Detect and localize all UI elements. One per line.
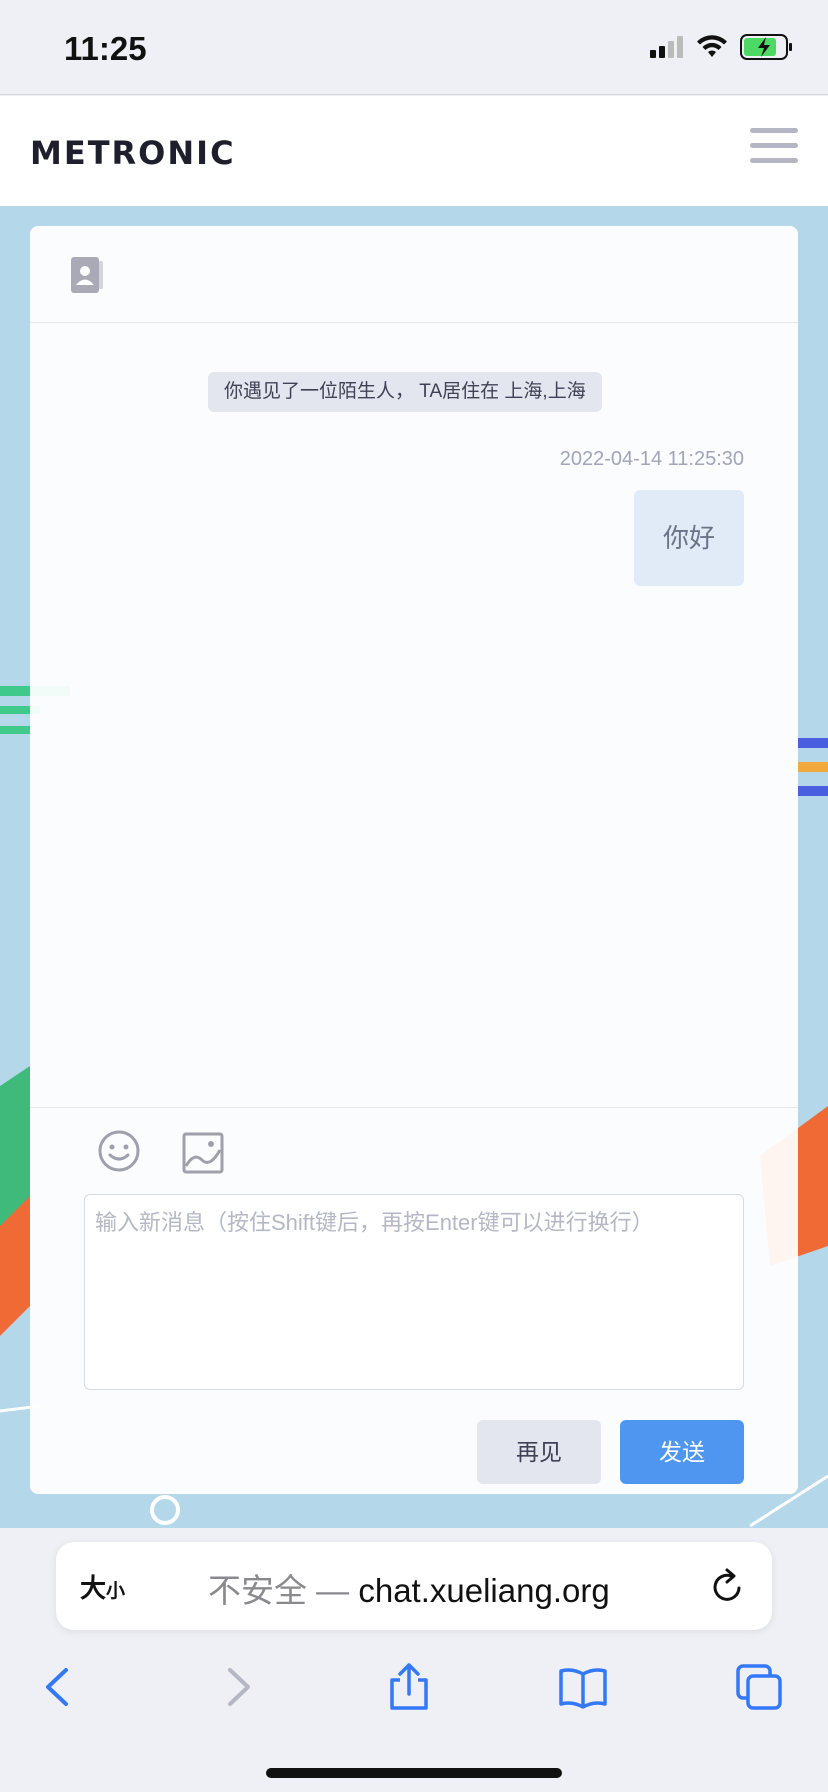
message-timestamp: 2022-04-14 11:25:30: [559, 448, 744, 470]
chat-card: 你遇见了一位陌生人， TA居住在 上海,上海 2022-04-14 11:25:…: [30, 226, 798, 1494]
app-header: METRONIC: [0, 96, 828, 206]
tabs-icon[interactable]: [734, 1662, 784, 1712]
security-label: 不安全 —: [208, 1572, 350, 1609]
bookmarks-icon[interactable]: [558, 1662, 608, 1712]
wifi-icon: [697, 35, 727, 57]
chat-header: [30, 226, 798, 323]
reload-icon[interactable]: [708, 1566, 746, 1606]
send-button[interactable]: 发送: [620, 1420, 744, 1484]
message-input[interactable]: [84, 1194, 744, 1390]
system-notice: 你遇见了一位陌生人， TA居住在 上海,上海: [208, 372, 602, 412]
logo: METRONIC: [30, 134, 236, 172]
cellular-signal-icon: [650, 36, 683, 58]
image-icon[interactable]: [182, 1132, 224, 1174]
browser-nav-bar: [0, 1648, 828, 1724]
url-text[interactable]: 不安全 — chat.xueliang.org: [208, 1564, 610, 1612]
status-icons: [650, 34, 794, 60]
emoji-icon[interactable]: [98, 1130, 140, 1172]
text-size-big-label: 大: [80, 1573, 107, 1603]
address-bar[interactable]: 大小 不安全 — chat.xueliang.org: [56, 1542, 772, 1630]
text-size-button[interactable]: 大小: [80, 1568, 125, 1605]
status-time: 11:25: [64, 30, 147, 67]
contact-card-icon[interactable]: [71, 257, 103, 293]
share-icon[interactable]: [384, 1662, 434, 1712]
bye-button[interactable]: 再见: [477, 1420, 601, 1484]
browser-bottom-bar: 大小 不安全 — chat.xueliang.org: [0, 1528, 828, 1792]
forward-icon[interactable]: [212, 1662, 262, 1712]
hamburger-menu-icon[interactable]: [750, 128, 798, 168]
text-size-small-label: 小: [106, 1581, 126, 1602]
message-bubble: 你好: [634, 490, 744, 586]
back-icon[interactable]: [34, 1662, 84, 1712]
home-indicator: [266, 1768, 562, 1778]
toolbar-divider: [30, 1107, 798, 1108]
battery-icon: [740, 34, 792, 60]
domain-label: chat.xueliang.org: [358, 1572, 610, 1609]
status-bar: 11:25: [0, 0, 828, 95]
